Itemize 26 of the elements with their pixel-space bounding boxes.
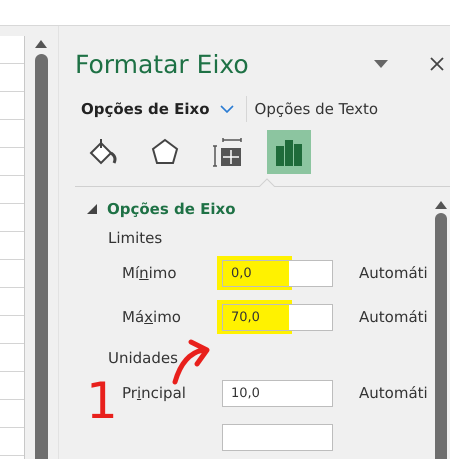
group-heading: Limites (107, 229, 164, 249)
close-icon[interactable] (430, 57, 444, 72)
options-tab[interactable]: Opções de Eixo (81, 98, 242, 120)
dropdown-icon[interactable] (374, 60, 388, 68)
input-field[interactable]: 0,0 (222, 260, 333, 286)
input-field[interactable] (222, 424, 333, 450)
size-properties-icon (211, 136, 243, 168)
group-heading: Unidades (107, 349, 179, 369)
collapse-triangle-icon[interactable] (87, 204, 97, 214)
scrollbar-thumb[interactable] (34, 54, 48, 459)
options-tab[interactable]: Opções de Texto (254, 98, 386, 120)
auto-label: Automáti (359, 308, 428, 326)
scroll-up-icon[interactable] (35, 40, 47, 48)
chevron-down-icon (220, 105, 234, 114)
panel-title: Formatar Eixo (75, 50, 250, 79)
auto-label: Automáti (359, 384, 428, 402)
input-field[interactable]: 10,0 (222, 380, 333, 406)
input-field[interactable]: 70,0 (222, 304, 333, 330)
scroll-up-icon[interactable] (435, 201, 447, 209)
field-label: Principal (121, 384, 187, 402)
annotation-number: 1 (86, 376, 118, 426)
field-label: Mínimo (121, 264, 178, 282)
auto-label: Automáti (359, 264, 428, 282)
section-title: Opções de Eixo (107, 200, 236, 218)
field-label: Máximo (121, 308, 182, 326)
scrollbar-thumb[interactable] (435, 213, 447, 459)
